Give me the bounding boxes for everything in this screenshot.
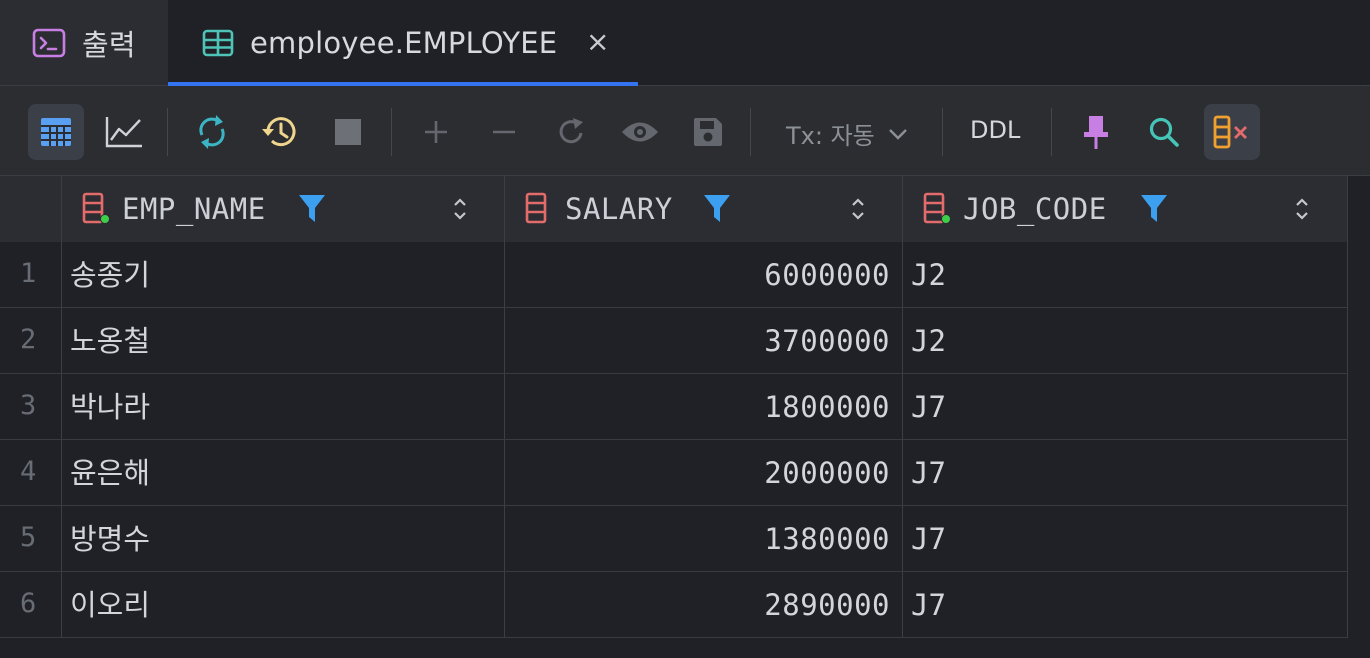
chart-icon: [105, 117, 142, 148]
table-row[interactable]: 3 박나라 1800000 J7: [0, 374, 1348, 440]
cell-emp-name[interactable]: 송종기: [62, 242, 505, 307]
toolbar-separator: [167, 108, 168, 156]
search-button[interactable]: [1136, 104, 1192, 160]
grid-header-row: EMP_NAME SALARY JOB_CODE: [0, 176, 1348, 242]
sort-icon[interactable]: [850, 196, 866, 222]
table-row[interactable]: 5 방명수 1380000 J7: [0, 506, 1348, 572]
console-icon: [32, 28, 66, 57]
tab-employee-label: employee.EMPLOYEE: [250, 25, 558, 60]
cell-emp-name[interactable]: 박나라: [62, 374, 505, 439]
table-row[interactable]: 6 이오리 2890000 J7: [0, 572, 1348, 638]
pin-tab-button[interactable]: [1068, 104, 1124, 160]
save-button[interactable]: [680, 104, 736, 160]
row-number: 1: [0, 242, 62, 307]
filter-icon[interactable]: [1140, 194, 1168, 224]
redo-icon: [559, 118, 583, 144]
grid-view-button[interactable]: [28, 104, 84, 160]
delete-row-button[interactable]: [476, 104, 532, 160]
stop-button[interactable]: [320, 104, 376, 160]
history-button[interactable]: [252, 104, 308, 160]
eye-icon: [622, 122, 658, 142]
filter-icon[interactable]: [703, 194, 731, 224]
stop-icon: [335, 119, 361, 145]
plus-icon: [425, 121, 447, 143]
column-name: JOB_CODE: [963, 192, 1107, 226]
sort-icon[interactable]: [1294, 196, 1310, 222]
sort-icon[interactable]: [452, 196, 468, 222]
refresh-icon: [199, 115, 225, 149]
cell-job-code[interactable]: J7: [903, 440, 1348, 505]
close-icon[interactable]: ×: [586, 26, 609, 58]
cell-emp-name[interactable]: 윤은해: [62, 440, 505, 505]
column-header-salary[interactable]: SALARY: [505, 176, 903, 242]
tab-output[interactable]: 출력: [0, 0, 168, 85]
table-row[interactable]: 4 윤은해 2000000 J7: [0, 440, 1348, 506]
tab-output-label: 출력: [82, 27, 136, 62]
table-icon: [202, 29, 234, 56]
transaction-mode-label: Tx: 자동: [786, 122, 875, 150]
chevron-down-icon: [888, 128, 907, 140]
chart-view-button[interactable]: [96, 104, 152, 160]
grid-icon: [41, 118, 71, 146]
cell-job-code[interactable]: J7: [903, 374, 1348, 439]
cell-emp-name[interactable]: 방명수: [62, 506, 505, 571]
toolbar-separator: [391, 108, 392, 156]
remove-columns-button[interactable]: [1204, 104, 1260, 160]
row-number: 2: [0, 308, 62, 373]
revert-button[interactable]: [544, 104, 600, 160]
column-key-icon: [82, 192, 110, 224]
column-name: SALARY: [565, 192, 673, 226]
column-key-icon: [923, 192, 951, 224]
tab-bar: 출력 employee.EMPLOYEE ×: [0, 0, 1370, 86]
row-number-header[interactable]: [0, 176, 62, 242]
minus-icon: [493, 130, 515, 134]
ddl-button[interactable]: DDL: [970, 116, 1020, 144]
cell-salary[interactable]: 3700000: [505, 308, 903, 373]
filter-icon[interactable]: [298, 194, 326, 224]
column-header-emp-name[interactable]: EMP_NAME: [62, 176, 505, 242]
row-number: 4: [0, 440, 62, 505]
remove-column-icon: [1213, 115, 1247, 149]
search-icon: [1149, 117, 1179, 147]
cell-job-code[interactable]: J7: [903, 572, 1348, 637]
cell-emp-name[interactable]: 이오리: [62, 572, 505, 637]
tab-employee-table[interactable]: employee.EMPLOYEE ×: [168, 0, 638, 86]
cell-salary[interactable]: 2890000: [505, 572, 903, 637]
save-icon: [694, 118, 722, 146]
refresh-button[interactable]: [184, 104, 240, 160]
table-row[interactable]: 2 노옹철 3700000 J2: [0, 308, 1348, 374]
cell-job-code[interactable]: J2: [903, 242, 1348, 307]
toolbar-separator: [1051, 108, 1052, 156]
preview-button[interactable]: [612, 104, 668, 160]
pin-icon: [1084, 116, 1108, 149]
transaction-mode-dropdown[interactable]: Tx: 자동: [786, 116, 909, 151]
cell-salary[interactable]: 6000000: [505, 242, 903, 307]
cell-emp-name[interactable]: 노옹철: [62, 308, 505, 373]
column-header-job-code[interactable]: JOB_CODE: [903, 176, 1348, 242]
row-number: 6: [0, 572, 62, 637]
toolbar-separator: [942, 108, 943, 156]
cell-salary[interactable]: 1380000: [505, 506, 903, 571]
cell-salary[interactable]: 2000000: [505, 440, 903, 505]
table-row[interactable]: 1 송종기 6000000 J2: [0, 242, 1348, 308]
toolbar: Tx: 자동 DDL: [0, 86, 1370, 176]
toolbar-separator: [750, 108, 751, 156]
row-number: 3: [0, 374, 62, 439]
cell-job-code[interactable]: J2: [903, 308, 1348, 373]
cell-job-code[interactable]: J7: [903, 506, 1348, 571]
column-icon: [525, 192, 547, 224]
row-number: 5: [0, 506, 62, 571]
column-name: EMP_NAME: [122, 192, 266, 226]
cell-salary[interactable]: 1800000: [505, 374, 903, 439]
add-row-button[interactable]: [408, 104, 464, 160]
history-icon: [262, 117, 296, 147]
